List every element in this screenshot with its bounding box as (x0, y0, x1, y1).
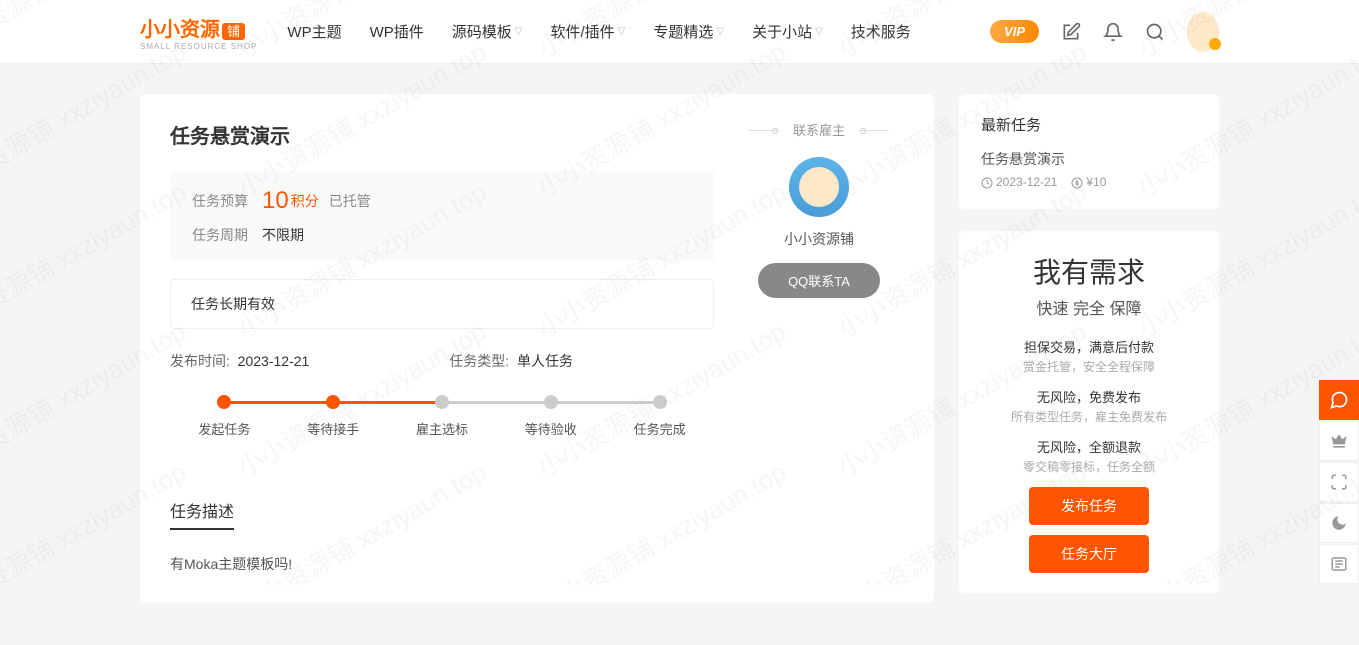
chevron-down-icon: ▽ (618, 26, 626, 37)
float-news-icon[interactable] (1319, 544, 1359, 584)
feature-2: 无风险，全额退款零交稿零接标，任务全额 (981, 437, 1197, 475)
publish-task-button[interactable]: 发布任务 (1029, 487, 1149, 525)
chevron-down-icon: ▽ (515, 26, 523, 37)
employer-card: 联系雇主 小小资源铺 QQ联系TA (734, 120, 904, 468)
price-icon: ¥10 (1071, 175, 1106, 189)
task-hall-button[interactable]: 任务大厅 (1029, 535, 1149, 573)
nav-item-3[interactable]: 软件/插件▽ (550, 21, 625, 42)
description-heading: 任务描述 (170, 498, 234, 530)
edit-icon[interactable] (1061, 22, 1081, 42)
demand-card: 我有需求 快速 完全 保障 担保交易，满意后付款赏金托管，安全全程保障无风险，免… (959, 231, 1219, 593)
vip-badge[interactable]: VIP (990, 20, 1039, 43)
validity-box: 任务长期有效 (170, 279, 714, 329)
bell-icon[interactable] (1103, 22, 1123, 42)
task-steps: 发起任务等待接手雇主选标等待验收任务完成 (170, 395, 714, 438)
chevron-down-icon: ▽ (815, 26, 823, 37)
nav-item-4[interactable]: 专题精选▽ (653, 21, 724, 42)
user-avatar[interactable] (1187, 16, 1219, 48)
main-nav: WP主题 WP插件 源码模板▽ 软件/插件▽ 专题精选▽ 关于小站▽ 技术服务 (287, 21, 990, 42)
feature-0: 担保交易，满意后付款赏金托管，安全全程保障 (981, 337, 1197, 375)
step-0: 发起任务 (170, 395, 279, 438)
description-body: 有Moka主题模板吗! (170, 552, 904, 577)
nav-item-0[interactable]: WP主题 (287, 21, 341, 42)
employer-avatar[interactable] (789, 157, 849, 217)
header: 小小资源铺 SMALL RESOURCE SHOP WP主题 WP插件 源码模板▽ 软… (0, 0, 1359, 64)
feature-1: 无风险，免费发布所有类型任务，雇主免费发布 (981, 387, 1197, 425)
nav-item-1[interactable]: WP插件 (370, 21, 424, 42)
task-detail-card: 任务悬赏演示 任务预算 10积分 已托管 任务周期 不限期 任务长期有效 (140, 94, 934, 603)
budget-box: 任务预算 10积分 已托管 任务周期 不限期 (170, 171, 714, 261)
task-meta: 发布时间: 2023-12-21 任务类型: 单人任务 (170, 351, 714, 371)
task-title: 任务悬赏演示 (170, 120, 714, 149)
float-darkmode-icon[interactable] (1319, 503, 1359, 543)
nav-item-5[interactable]: 关于小站▽ (752, 21, 823, 42)
nav-item-6[interactable]: 技术服务 (851, 21, 911, 42)
site-logo[interactable]: 小小资源铺 SMALL RESOURCE SHOP (140, 13, 257, 51)
contact-qq-button[interactable]: QQ联系TA (758, 263, 880, 298)
nav-item-2[interactable]: 源码模板▽ (452, 21, 523, 42)
clock-icon: 2023-12-21 (981, 175, 1057, 189)
float-expand-icon[interactable] (1319, 462, 1359, 502)
float-toolbar (1319, 380, 1359, 584)
float-support-icon[interactable] (1319, 380, 1359, 420)
demand-features: 担保交易，满意后付款赏金托管，安全全程保障无风险，免费发布所有类型任务，雇主免费… (981, 337, 1197, 475)
latest-task-link[interactable]: 任务悬赏演示 (981, 149, 1197, 169)
employer-name: 小小资源铺 (734, 229, 904, 249)
chevron-down-icon: ▽ (716, 26, 724, 37)
latest-tasks-card: 最新任务 任务悬赏演示 2023-12-21 ¥10 (959, 94, 1219, 209)
search-icon[interactable] (1145, 22, 1165, 42)
float-crown-icon[interactable] (1319, 421, 1359, 461)
